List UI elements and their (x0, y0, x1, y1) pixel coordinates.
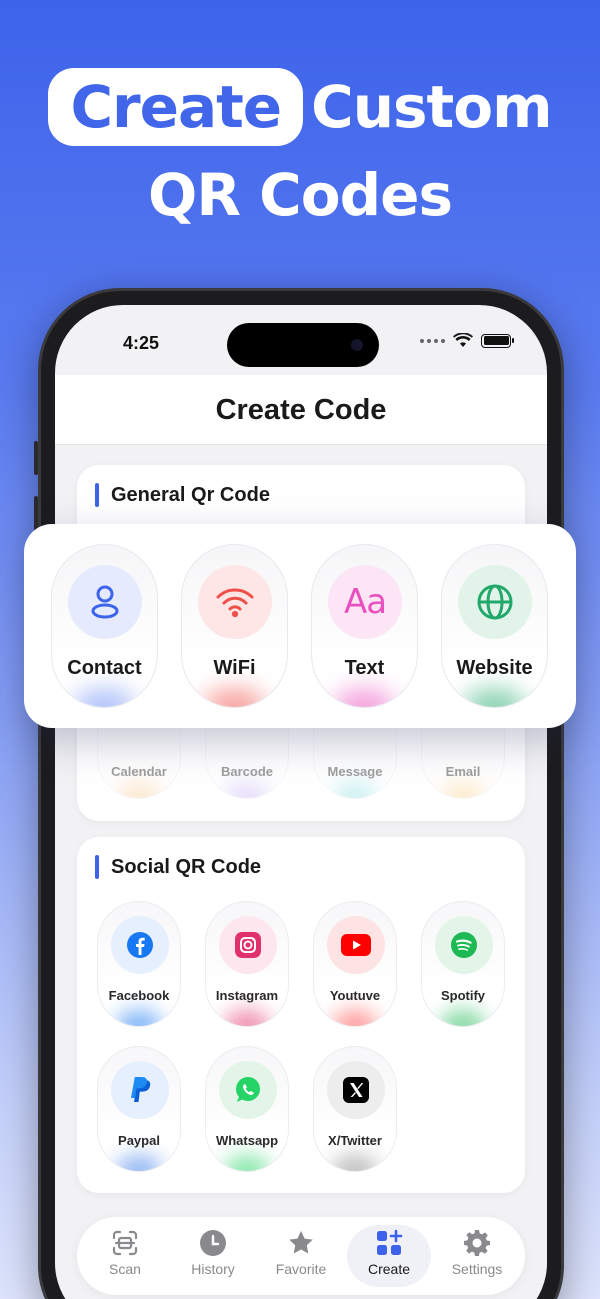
facebook-icon (127, 932, 153, 958)
whatsapp-icon (236, 1077, 260, 1102)
contact-tile[interactable]: Contact (51, 544, 158, 708)
phone-screen: 4:25 Create Code General Qr Code Calenda… (55, 305, 547, 1299)
facebook-tile[interactable]: Facebook (97, 901, 181, 1027)
wifi-icon (216, 588, 254, 617)
tab-favorite[interactable]: Favorite (259, 1225, 343, 1287)
globe-icon (477, 584, 513, 620)
mute-switch (34, 441, 38, 475)
section-accent-bar (95, 483, 99, 507)
text-icon: Aa (343, 582, 387, 622)
tab-settings[interactable]: Settings (435, 1225, 519, 1287)
spotify-icon (451, 932, 477, 958)
social-section-title: Social QR Code (111, 855, 262, 878)
text-tile[interactable]: Aa Text (311, 544, 418, 708)
tab-create[interactable]: Create (347, 1225, 431, 1287)
whatsapp-tile[interactable]: Whatsapp (205, 1046, 289, 1172)
headline-highlight: Create (48, 68, 304, 146)
youtube-icon (341, 934, 371, 956)
headline-rest: Custom (311, 73, 552, 141)
phone-frame: 4:25 Create Code General Qr Code Calenda… (34, 288, 568, 1299)
x-twitter-tile[interactable]: X/Twitter (313, 1046, 397, 1172)
scan-icon (112, 1230, 138, 1256)
paypal-icon (131, 1077, 151, 1102)
headline-line2: QR Codes (148, 161, 453, 229)
contact-icon (91, 585, 119, 619)
social-qr-card: Social QR Code Facebook Instagram Youtuv… (77, 837, 525, 1193)
star-icon (289, 1231, 313, 1254)
youtube-tile[interactable]: Youtuve (313, 901, 397, 1027)
battery-icon (481, 333, 514, 348)
featured-codes-panel: Contact WiFi Aa Text Website (24, 524, 576, 728)
x-twitter-icon (343, 1077, 369, 1103)
instagram-icon (235, 932, 261, 958)
create-icon (377, 1229, 403, 1255)
gear-icon (464, 1230, 490, 1256)
bottom-tab-bar: Scan History Favorite Create Settings (77, 1217, 525, 1295)
spotify-tile[interactable]: Spotify (421, 901, 505, 1027)
dynamic-island (227, 323, 379, 367)
status-time: 4:25 (123, 333, 160, 353)
page-title: Create Code (215, 394, 387, 426)
website-tile[interactable]: Website (441, 544, 548, 708)
section-accent-bar (95, 855, 99, 879)
general-section-title: General Qr Code (111, 483, 270, 506)
status-bar: 4:25 (55, 305, 547, 375)
wifi-tile[interactable]: WiFi (181, 544, 288, 708)
signal-icon (420, 338, 445, 343)
tab-scan[interactable]: Scan (83, 1225, 167, 1287)
app-bar: Create Code (55, 375, 547, 445)
paypal-tile[interactable]: Paypal (97, 1046, 181, 1172)
wifi-status-icon (453, 333, 473, 347)
instagram-tile[interactable]: Instagram (205, 901, 289, 1027)
headline: Create Custom QR Codes (0, 62, 600, 240)
history-icon (200, 1230, 226, 1256)
tab-history[interactable]: History (171, 1225, 255, 1287)
